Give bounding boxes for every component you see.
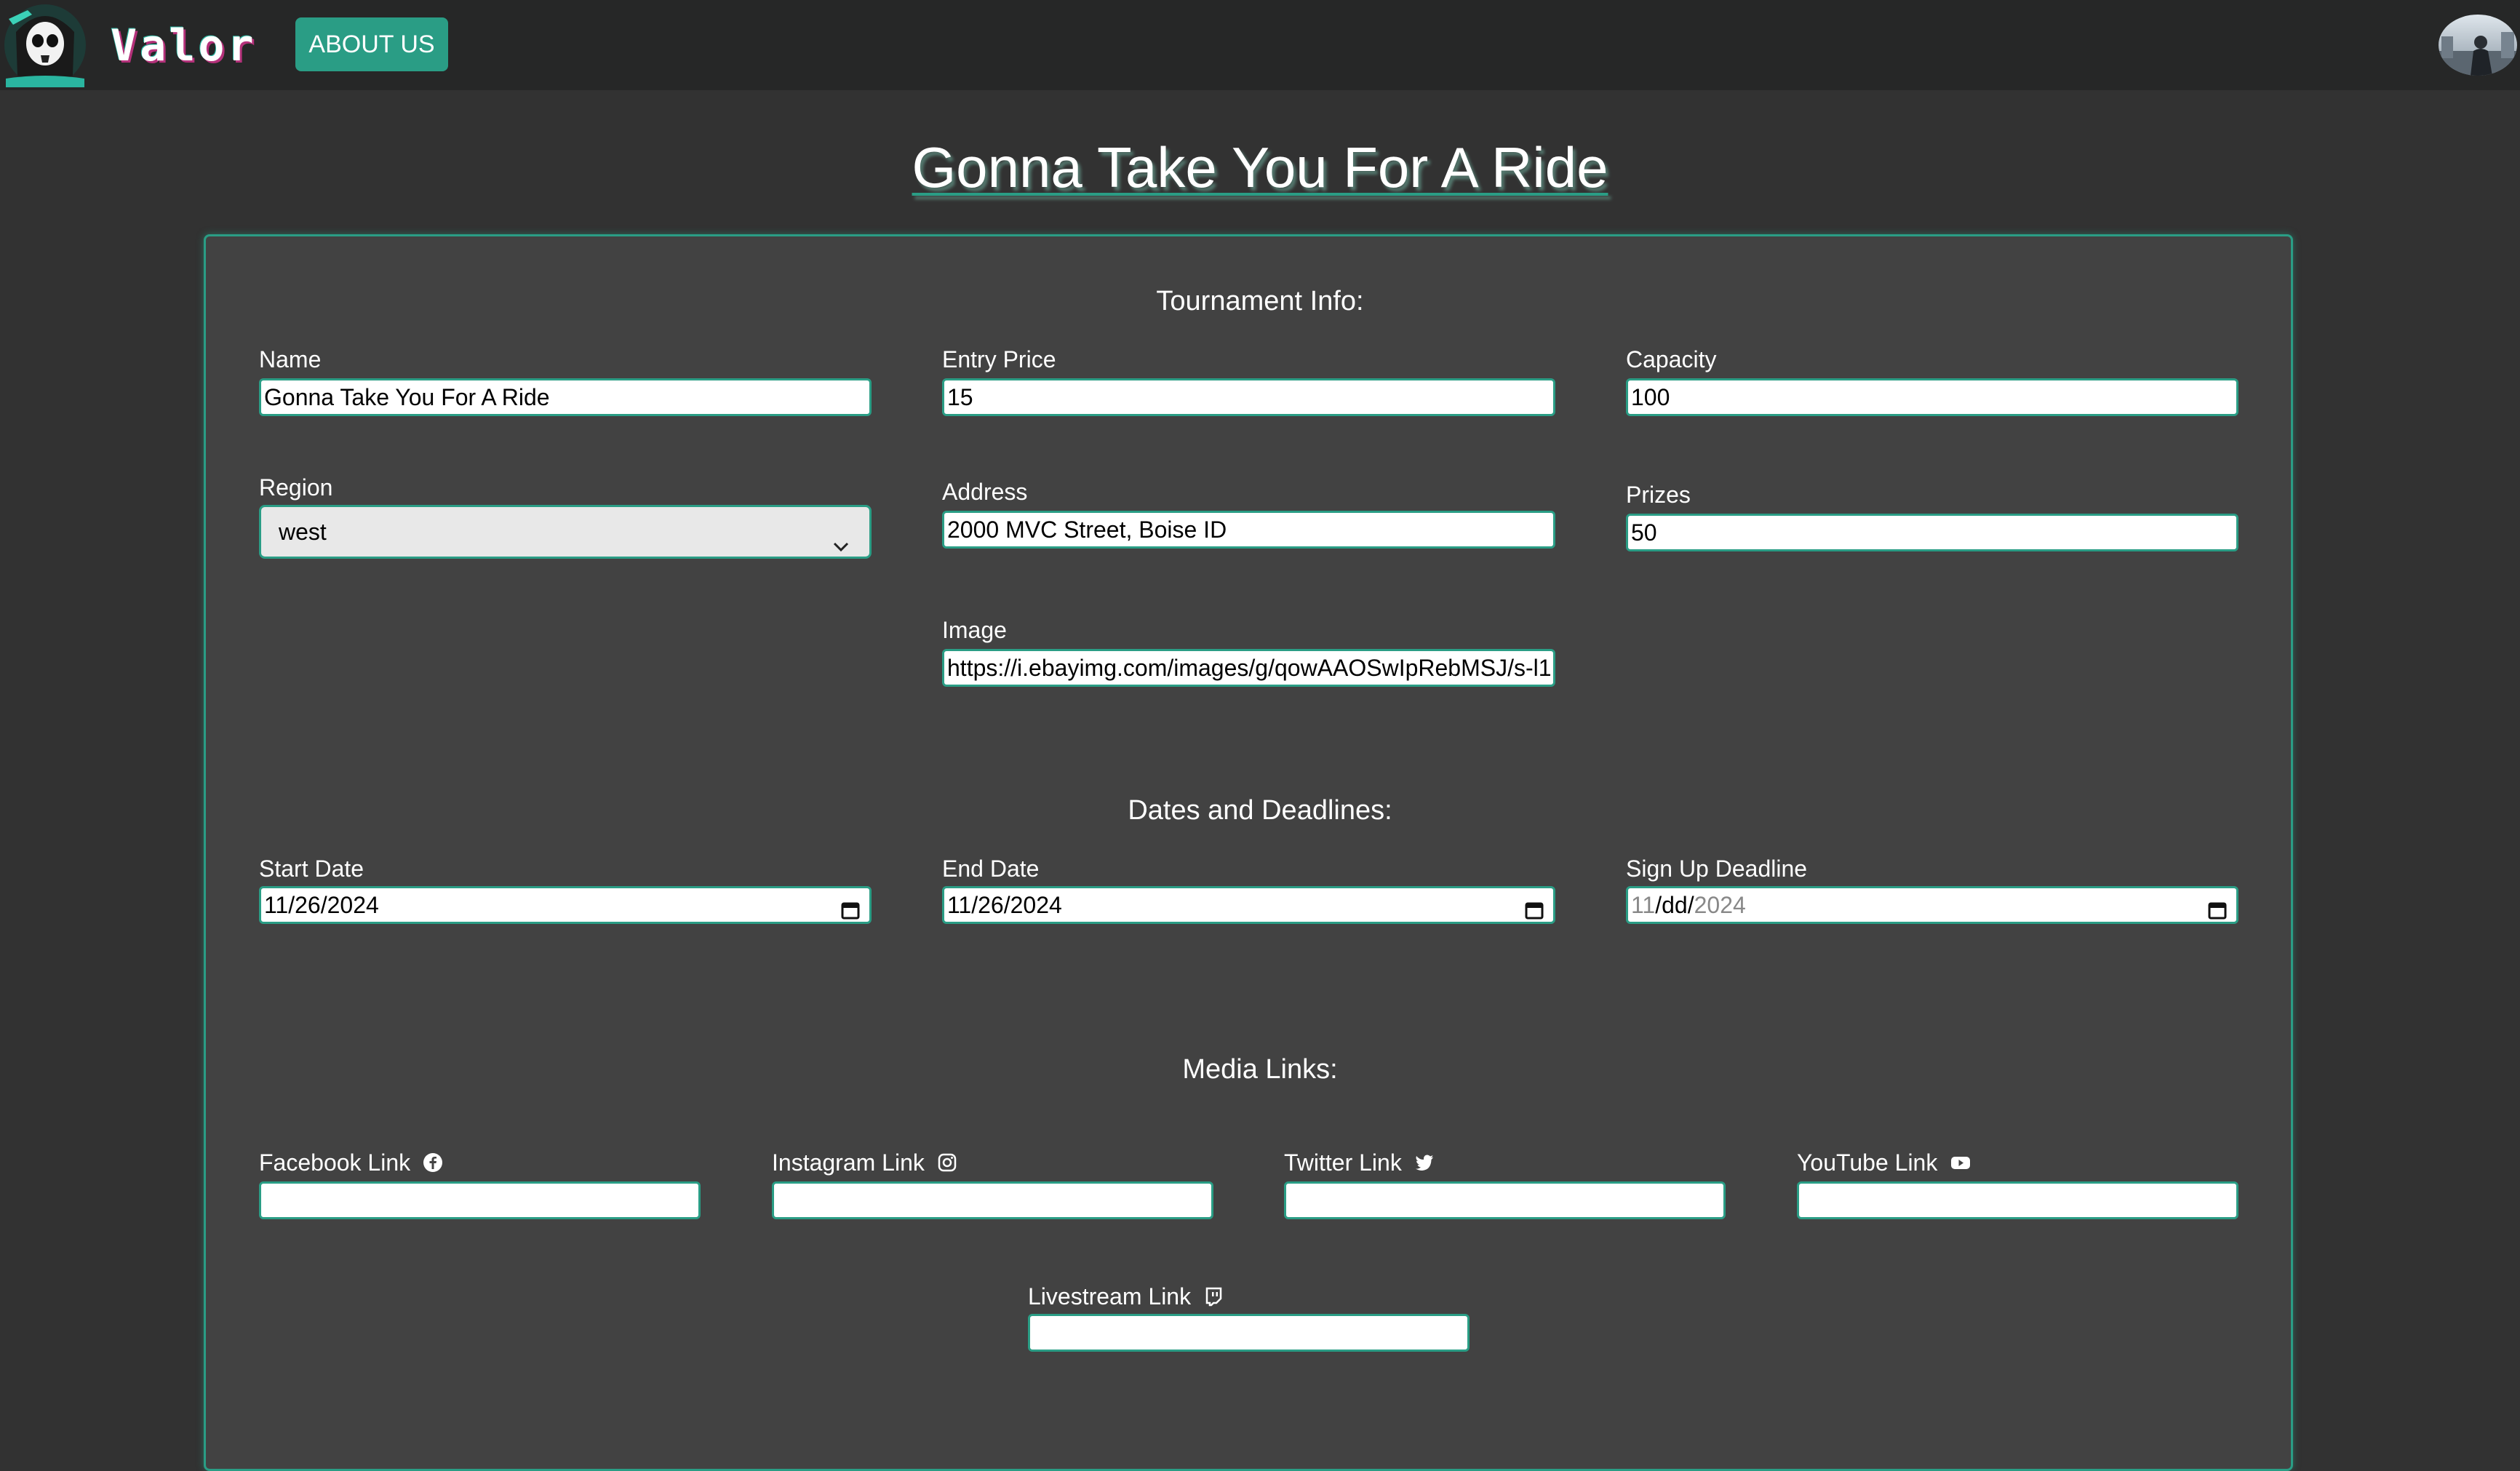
entry-price-label: Entry Price [942,346,1056,372]
youtube-label-text: YouTube Link [1797,1149,1938,1176]
start-date-input[interactable]: 11/26/2024 [259,886,872,924]
address-label: Address [942,479,1028,505]
skull-reaper-logo-icon[interactable] [3,3,87,87]
twitch-icon [1203,1284,1224,1313]
signup-deadline-day-placeholder: /dd/ [1655,892,1694,918]
tournament-form-panel [204,234,2293,1471]
start-date-value: 11/26/2024 [264,892,379,918]
prizes-input[interactable]: 50 [1626,514,2238,551]
capacity-input[interactable]: 100 [1626,378,2238,416]
user-avatar-icon[interactable] [2439,15,2517,76]
section-title-dates: Dates and Deadlines: [1128,795,1392,826]
signup-deadline-input[interactable]: 11/dd/2024 [1626,886,2238,924]
entry-price-input[interactable]: 15 [942,378,1555,416]
about-us-button[interactable]: ABOUT US [295,17,448,71]
facebook-icon [423,1150,443,1179]
name-label: Name [259,346,322,372]
youtube-icon [1950,1150,1971,1179]
instagram-label: Instagram Link [772,1148,957,1179]
livestream-link-input[interactable] [1028,1314,1470,1352]
twitter-icon [1414,1150,1435,1179]
livestream-label-text: Livestream Link [1028,1283,1192,1309]
page-title-text: Gonna Take You For A Ride [912,135,1608,199]
region-label: Region [259,474,333,501]
twitter-label: Twitter Link [1284,1148,1435,1179]
capacity-label: Capacity [1626,346,1717,372]
facebook-label: Facebook Link [259,1148,443,1179]
region-select-value: west [279,519,327,545]
end-date-value: 11/26/2024 [947,892,1062,918]
youtube-label: YouTube Link [1797,1148,1971,1179]
signup-deadline-year: 2024 [1694,892,1746,918]
navbar: Valor ABOUT US [0,0,2520,90]
calendar-icon[interactable] [1524,896,1544,922]
region-select[interactable]: west [259,505,872,559]
end-date-label: End Date [942,856,1040,882]
twitter-link-input[interactable] [1284,1181,1726,1219]
calendar-icon[interactable] [2207,896,2228,922]
calendar-icon[interactable] [840,896,861,922]
end-date-input[interactable]: 11/26/2024 [942,886,1555,924]
livestream-label: Livestream Link [1028,1282,1224,1313]
start-date-label: Start Date [259,856,364,882]
signup-deadline-month: 11 [1631,892,1656,918]
instagram-link-input[interactable] [772,1181,1213,1219]
prizes-label: Prizes [1626,482,1691,508]
instagram-label-text: Instagram Link [772,1149,925,1176]
instagram-icon [937,1150,957,1179]
facebook-label-text: Facebook Link [259,1149,411,1176]
twitter-label-text: Twitter Link [1284,1149,1402,1176]
section-title-tournament-info: Tournament Info: [1156,286,1364,316]
name-input[interactable]: Gonna Take You For A Ride [259,378,872,416]
brand-name[interactable]: Valor [111,20,257,71]
image-label: Image [942,617,1007,643]
youtube-link-input[interactable] [1797,1181,2238,1219]
signup-deadline-label: Sign Up Deadline [1626,856,1808,882]
page-title: Gonna Take You For A Ride [0,131,2520,204]
section-title-media-links: Media Links: [1182,1054,1338,1085]
chevron-down-icon [832,523,850,573]
facebook-link-input[interactable] [259,1181,701,1219]
address-input[interactable]: 2000 MVC Street, Boise ID [942,511,1555,549]
image-url-input[interactable]: https://i.ebayimg.com/images/g/qowAAOSwI… [942,649,1555,687]
